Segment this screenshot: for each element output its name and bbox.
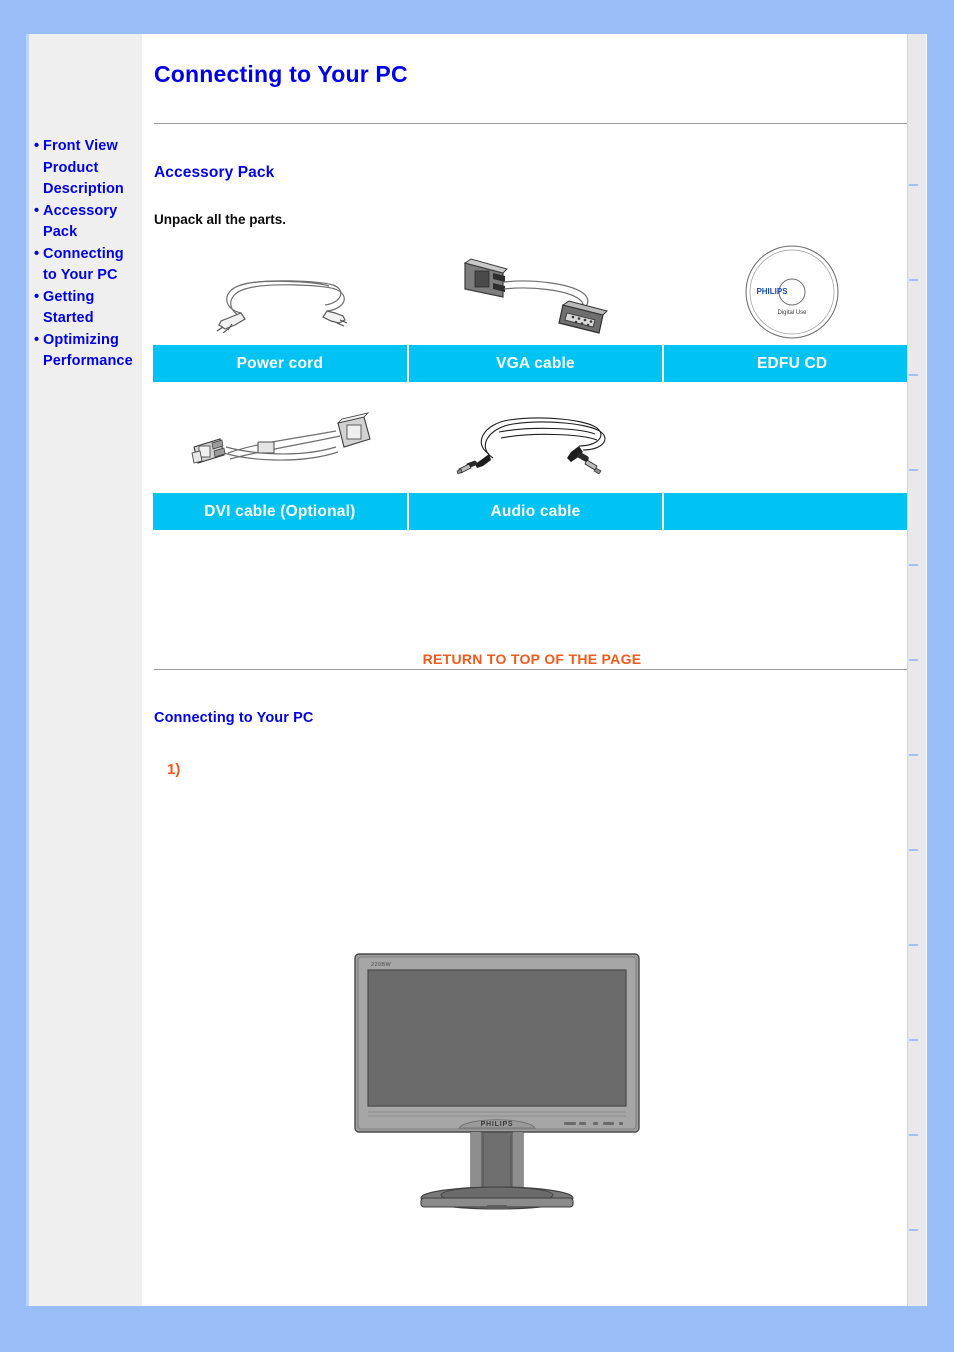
svg-text:220BW: 220BW [371,962,391,968]
rail-tick [909,754,918,756]
accessory-label-row-1: Power cord VGA cable EDFU CD [153,345,920,382]
accessory-cell-audio-cable-image [408,398,665,493]
bullet-icon: • [34,245,40,262]
accessory-cell-power-cord-image [153,244,409,345]
return-to-top-link[interactable]: RETURN TO TOP OF THE PAGE [142,651,922,667]
spacer-cell [153,382,409,398]
scrollbar-track[interactable] [907,34,927,1306]
power-cord-icon [201,251,361,334]
rail-tick [909,849,918,851]
accessory-table: PHILIPS Digital Use Power cord VGA cable… [153,244,920,530]
vga-cable-icon [451,249,621,335]
accessory-label-empty [664,493,920,530]
sidebar-item-label: Accessory [43,202,118,219]
accessory-image-row-1: PHILIPS Digital Use [153,244,920,345]
accessory-label-edfu-cd: EDFU CD [664,345,920,382]
svg-text:PHILIPS: PHILIPS [757,287,789,296]
rail-tick [909,279,918,281]
sidebar-item-label: Connecting [43,245,124,262]
lcd-monitor-front-icon: 220BW PHILIPS [354,953,640,1210]
bullet-icon: • [34,331,40,348]
cd-disc-icon: PHILIPS Digital Use [744,244,840,340]
document-frame: • Front View Product Description • Accesso… [29,34,925,1306]
sidebar-item-label: Getting [43,288,95,305]
divider-middle [154,669,920,670]
accessory-row-spacer [153,382,920,398]
dvi-cable-icon [186,403,376,483]
bullet-icon: • [34,138,40,154]
accessory-cell-dvi-cable-image [153,398,409,493]
accessory-label-power-cord: Power cord [153,345,409,382]
connecting-to-your-pc-heading: Connecting to Your PC [154,710,314,726]
rail-tick [909,184,918,186]
rail-tick [909,564,918,566]
svg-text:PHILIPS: PHILIPS [481,1121,514,1128]
audio-cable-icon [451,402,621,484]
accessory-image-row-2 [153,398,920,493]
sidebar-item-label: Front View [43,138,118,154]
accessory-label-row-2: DVI cable (Optional) Audio cable [153,493,920,530]
accessory-cell-empty-image [664,398,920,493]
step-number-1: 1) [167,761,181,778]
monitor-figure: 220BW PHILIPS [347,946,647,1216]
spacer-cell [408,382,665,398]
svg-text:Digital Use: Digital Use [778,310,808,316]
divider-top [154,123,920,124]
accessory-label-dvi-cable: DVI cable (Optional) [153,493,409,530]
rail-tick [909,1229,918,1231]
accessory-pack-heading: Accessory Pack [154,164,275,181]
accessory-cell-vga-cable-image [408,244,665,345]
sidebar-item-label: Optimizing [43,331,119,348]
sidebar: • Front View Product Description • Accesso… [29,34,142,1306]
rail-tick [909,1039,918,1041]
rail-tick [909,1134,918,1136]
rail-tick [909,944,918,946]
bullet-icon: • [34,288,40,305]
rail-tick [909,659,918,661]
rail-tick [909,469,918,471]
accessory-label-audio-cable: Audio cable [408,493,665,530]
rail-tick [909,374,918,376]
unpack-instruction: Unpack all the parts. [154,212,287,227]
accessory-cell-edfu-cd-image: PHILIPS Digital Use [664,244,920,345]
spacer-cell [664,382,920,398]
accessory-label-vga-cable: VGA cable [408,345,665,382]
main-content: Connecting to Your PC Accessory Pack Unp… [142,34,925,1306]
bullet-icon: • [34,202,40,219]
page-title: Connecting to Your PC [154,61,408,87]
